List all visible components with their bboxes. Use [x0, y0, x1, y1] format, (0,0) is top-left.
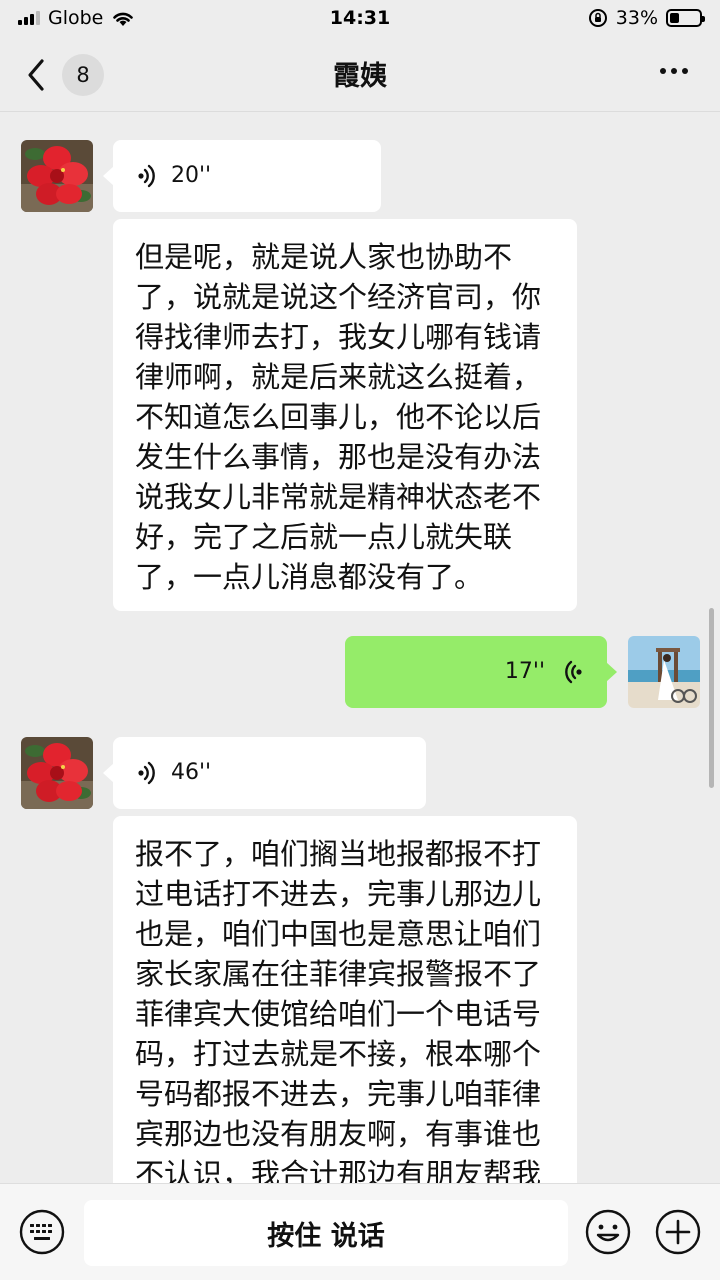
scrollbar[interactable]: [709, 608, 714, 788]
wifi-icon: [113, 12, 134, 26]
message-line: 发生什么事情，那也是没有办法: [135, 440, 542, 474]
orientation-lock-icon: [588, 9, 607, 27]
message-list[interactable]: 20'' 但是呢，就是说人家也协助不 了，说就是说这个经济官司，你 得找律师去打…: [0, 113, 720, 1183]
text-message-bubble[interactable]: 报不了，咱们搁当地报都报不打 过电话打不进去，完事儿那边儿 也是，咱们中国也是意…: [113, 816, 577, 1183]
unread-count-badge: 8: [62, 54, 104, 96]
message-line: 得找律师去打，我女儿哪有钱请: [135, 320, 542, 354]
voice-duration: 17'': [504, 659, 545, 684]
message-line: 号码都报不进去，完事儿咱菲律: [135, 1077, 542, 1111]
status-left: Globe: [18, 7, 135, 29]
message-line: 过电话打不进去，完事儿那边儿: [135, 877, 542, 911]
hibiscus-flower-icon: [21, 140, 93, 212]
message-line: 菲律宾大使馆给咱们一个电话号: [135, 997, 542, 1031]
message-line: 家长家属在往菲律宾报警报不了: [135, 957, 542, 991]
message-line: 但是呢，就是说人家也协助不: [135, 240, 513, 274]
message-line: 了，说就是说这个经济官司，你: [135, 280, 542, 314]
hibiscus-flower-icon: [21, 737, 93, 809]
voice-message-bubble-outgoing[interactable]: 17'': [345, 636, 617, 708]
chevron-left-icon: [28, 59, 44, 91]
carrier-label: Globe: [48, 7, 104, 29]
voice-wave-icon: [138, 761, 155, 785]
my-avatar[interactable]: [628, 636, 700, 708]
voice-wave-icon: [565, 660, 582, 684]
contact-avatar[interactable]: [21, 737, 93, 809]
contact-avatar[interactable]: [21, 140, 93, 212]
voice-wave-icon: [138, 164, 155, 188]
battery-percent: 33%: [615, 7, 658, 29]
message-line: 报不了，咱们搁当地报都报不打: [135, 837, 542, 871]
status-right: 33%: [588, 7, 705, 29]
beach-wedding-photo-icon: [628, 636, 700, 708]
message-line: 不认识，我合计那边有朋友帮我: [135, 1157, 542, 1183]
battery-icon: [666, 9, 705, 27]
battery-level: [670, 13, 680, 23]
message-line: 好，完了之后就一点儿就失联: [135, 520, 513, 554]
voice-message-bubble[interactable]: 20'': [103, 140, 381, 212]
message-line: 宾那边也没有朋友啊，有事谁也: [135, 1117, 542, 1151]
message-line: 律师啊，就是后来就这么挺着，: [135, 360, 542, 394]
keyboard-icon[interactable]: [18, 1208, 66, 1256]
back-button[interactable]: 8: [22, 54, 104, 96]
chat-header: 8 霞姨: [0, 36, 720, 112]
input-bar: 按住 说话: [0, 1183, 720, 1280]
status-bar: Globe 14:31 33%: [0, 0, 720, 36]
voice-duration: 20'': [171, 163, 212, 188]
message-line: 说我女儿非常就是精神状态老不: [135, 480, 542, 514]
message-line: 不知道怎么回事儿，他不论以后: [135, 400, 542, 434]
more-button[interactable]: [656, 62, 692, 80]
signal-icon: [18, 11, 40, 25]
more-dots-icon: [660, 68, 666, 74]
hold-to-talk-button[interactable]: 按住 说话: [84, 1200, 568, 1266]
voice-message-bubble[interactable]: 46'': [103, 737, 426, 809]
chat-title: 霞姨: [333, 61, 387, 92]
emoji-icon[interactable]: [584, 1208, 632, 1256]
message-line: 了，一点儿消息都没有了。: [135, 560, 484, 594]
plus-circle-icon[interactable]: [654, 1208, 702, 1256]
text-message-bubble[interactable]: 但是呢，就是说人家也协助不 了，说就是说这个经济官司，你 得找律师去打，我女儿哪…: [113, 219, 577, 611]
message-line: 也是，咱们中国也是意思让咱们: [135, 917, 542, 951]
voice-duration: 46'': [171, 760, 212, 785]
message-line: 码，打过去就是不接，根本哪个: [135, 1037, 542, 1071]
